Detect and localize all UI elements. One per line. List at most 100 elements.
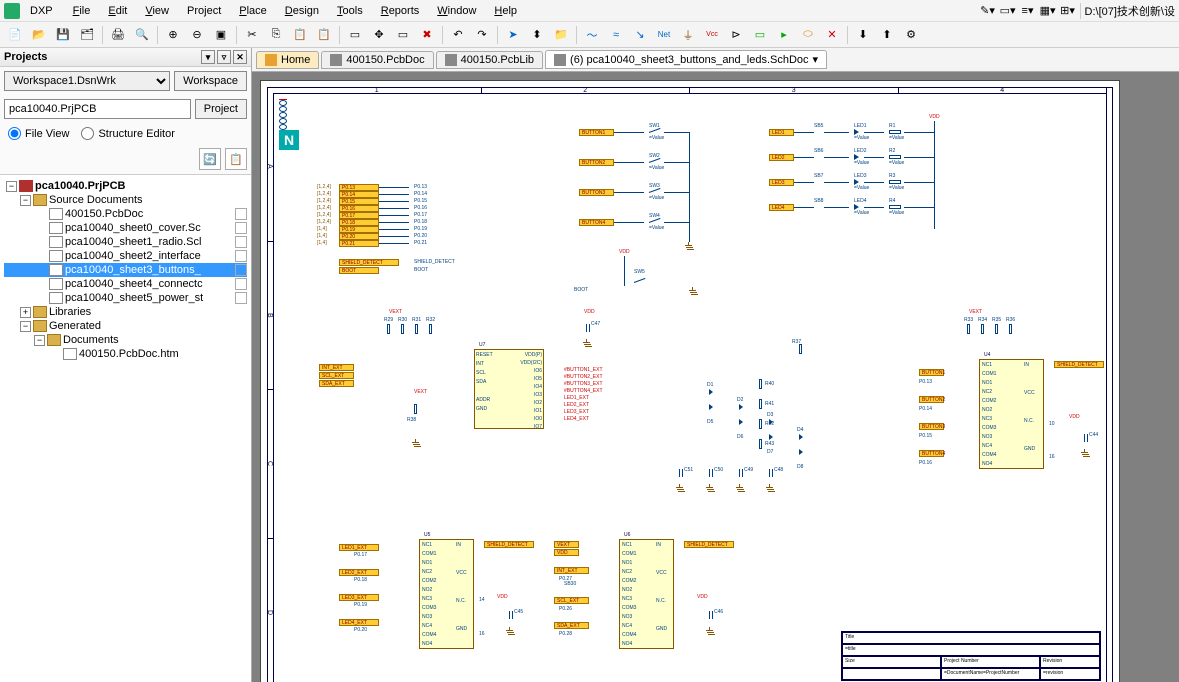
busentry-icon[interactable]: ↘ (629, 24, 651, 46)
tab-dropdown-icon[interactable]: ▾ (813, 53, 819, 66)
new-doc-icon[interactable]: 📄 (4, 24, 26, 46)
panel-pin-icon[interactable]: ▿ (217, 50, 231, 64)
menu-help[interactable]: Help (486, 3, 525, 19)
menu-project[interactable]: Project (179, 3, 229, 19)
menu-view[interactable]: View (137, 3, 177, 19)
sch-element: IO2 (514, 400, 542, 406)
document-tab[interactable]: 400150.PcbLib (436, 51, 543, 69)
menu-file[interactable]: File (65, 3, 99, 19)
tree-node[interactable]: +Libraries (4, 305, 247, 319)
compile-icon[interactable]: ⬆ (876, 24, 898, 46)
tree-node[interactable]: 400150.PcbDoc.htm (4, 347, 247, 361)
sch-element: NO3 (982, 434, 992, 440)
panel-close-icon[interactable]: ✕ (233, 50, 247, 64)
tree-node[interactable]: pca10040_sheet4_connectc (4, 277, 247, 291)
tree-node[interactable]: pca10040_sheet3_buttons_ (4, 263, 247, 277)
cursor-icon[interactable]: ➤ (502, 24, 524, 46)
part-icon[interactable]: ⊳ (725, 24, 747, 46)
preview-icon[interactable]: 🔍 (131, 24, 153, 46)
browse-icon[interactable]: 📁 (550, 24, 572, 46)
copy-icon[interactable]: ⎘ (265, 24, 287, 46)
tree-toggle-icon[interactable]: + (20, 307, 31, 318)
sch-element: C46 (714, 609, 723, 615)
tree-node[interactable]: pca10040_sheet5_power_st (4, 291, 247, 305)
project-button[interactable]: Project (195, 99, 247, 119)
settings-icon[interactable]: 📋 (225, 148, 247, 170)
cut-icon[interactable]: ✂ (241, 24, 263, 46)
file-view-radio[interactable]: File View (8, 127, 69, 140)
document-tab[interactable]: 400150.PcbDoc (321, 51, 433, 69)
structure-editor-radio[interactable]: Structure Editor (81, 127, 174, 140)
schematic-viewport[interactable]: 1234 ABCD P0.13[1,2,4]P0.13P0.14[1,2,4]P… (252, 72, 1179, 682)
hierarchy-icon[interactable]: ⬍ (526, 24, 548, 46)
select-icon[interactable]: ▭ (344, 24, 366, 46)
refresh-icon[interactable]: 🔄 (199, 148, 221, 170)
paste-icon[interactable]: 📋 (289, 24, 311, 46)
redo-icon[interactable]: ↷ (471, 24, 493, 46)
tree-node[interactable]: −Source Documents (4, 193, 247, 207)
sch-element: R1 (889, 123, 895, 129)
power-icon[interactable]: ⏚ (677, 24, 699, 46)
sch-element: #BUTTON3_EXT (564, 381, 603, 387)
print-icon[interactable]: 🖨 (107, 24, 129, 46)
pencil-icon[interactable]: ✎▾ (980, 3, 996, 19)
open-icon[interactable]: 📂 (28, 24, 50, 46)
sch-element: R35 (992, 317, 1001, 323)
netlabel-icon[interactable]: Net (653, 24, 675, 46)
sheetentry-icon[interactable]: ▸ (773, 24, 795, 46)
doc-icon[interactable]: ▭▾ (1000, 3, 1016, 19)
menu-edit[interactable]: Edit (100, 3, 135, 19)
home-tab[interactable]: Home (256, 51, 319, 69)
wire-icon[interactable]: 〜 (581, 24, 603, 46)
fit-icon[interactable]: ▣ (210, 24, 232, 46)
tree-node[interactable]: pca10040_sheet0_cover.Sc (4, 221, 247, 235)
menu-design[interactable]: Design (277, 3, 327, 19)
tree-toggle-icon[interactable]: − (20, 321, 31, 332)
saveall-icon[interactable]: 🗂 (76, 24, 98, 46)
doc-icon (49, 292, 63, 304)
tree-node[interactable]: pca10040_sheet1_radio.Scl (4, 235, 247, 249)
design-icon[interactable]: ⚙ (900, 24, 922, 46)
zoomout-icon[interactable]: ⊖ (186, 24, 208, 46)
tree-node[interactable]: −Documents (4, 333, 247, 347)
document-tab[interactable]: (6) pca10040_sheet3_buttons_and_leds.Sch… (545, 50, 827, 69)
tree-node[interactable]: 400150.PcbDoc (4, 207, 247, 221)
grid-icon[interactable]: ⊞▾ (1060, 3, 1076, 19)
paste2-icon[interactable]: 📋 (313, 24, 335, 46)
save-icon[interactable]: 💾 (52, 24, 74, 46)
sch-element: NC1 (982, 362, 992, 368)
menu-tools[interactable]: Tools (329, 3, 371, 19)
panel-menu-icon[interactable]: ▾ (201, 50, 215, 64)
workspace-select[interactable]: Workspace1.DsnWrk (4, 71, 170, 91)
project-input[interactable] (4, 99, 191, 119)
zoom-icon[interactable]: ⊕ (162, 24, 184, 46)
workspace-button[interactable]: Workspace (174, 71, 247, 91)
port-icon[interactable]: ⬭ (797, 24, 819, 46)
sch-element: VDD (497, 594, 508, 600)
tree-toggle-icon[interactable]: − (20, 195, 31, 206)
tree-node[interactable]: −Generated (4, 319, 247, 333)
menu-reports[interactable]: Reports (373, 3, 428, 19)
bar-icon[interactable]: ≡▾ (1020, 3, 1036, 19)
sheet-icon[interactable]: ▭ (749, 24, 771, 46)
move-icon[interactable]: ✥ (368, 24, 390, 46)
clear-icon[interactable]: ✖ (416, 24, 438, 46)
folder-icon (47, 334, 61, 346)
tree-toggle-icon[interactable]: − (34, 335, 45, 346)
tool-icon[interactable]: ▦▾ (1040, 3, 1056, 19)
vcc-icon[interactable]: Vcc (701, 24, 723, 46)
app-name[interactable]: DXP (22, 3, 61, 19)
noerc-icon[interactable]: ✕ (821, 24, 843, 46)
tab-icon (330, 54, 342, 66)
project-tree[interactable]: −pca10040.PrjPCB−Source Documents400150.… (0, 174, 251, 682)
sch-element: R43 (765, 441, 774, 447)
bus-icon[interactable]: ≈ (605, 24, 627, 46)
tree-toggle-icon[interactable]: − (6, 181, 17, 192)
tree-node[interactable]: −pca10040.PrjPCB (4, 179, 247, 193)
annotate-icon[interactable]: ⬇ (852, 24, 874, 46)
tree-node[interactable]: pca10040_sheet2_interface (4, 249, 247, 263)
menu-place[interactable]: Place (231, 3, 275, 19)
deselect-icon[interactable]: ▭ (392, 24, 414, 46)
undo-icon[interactable]: ↶ (447, 24, 469, 46)
menu-window[interactable]: Window (429, 3, 484, 19)
